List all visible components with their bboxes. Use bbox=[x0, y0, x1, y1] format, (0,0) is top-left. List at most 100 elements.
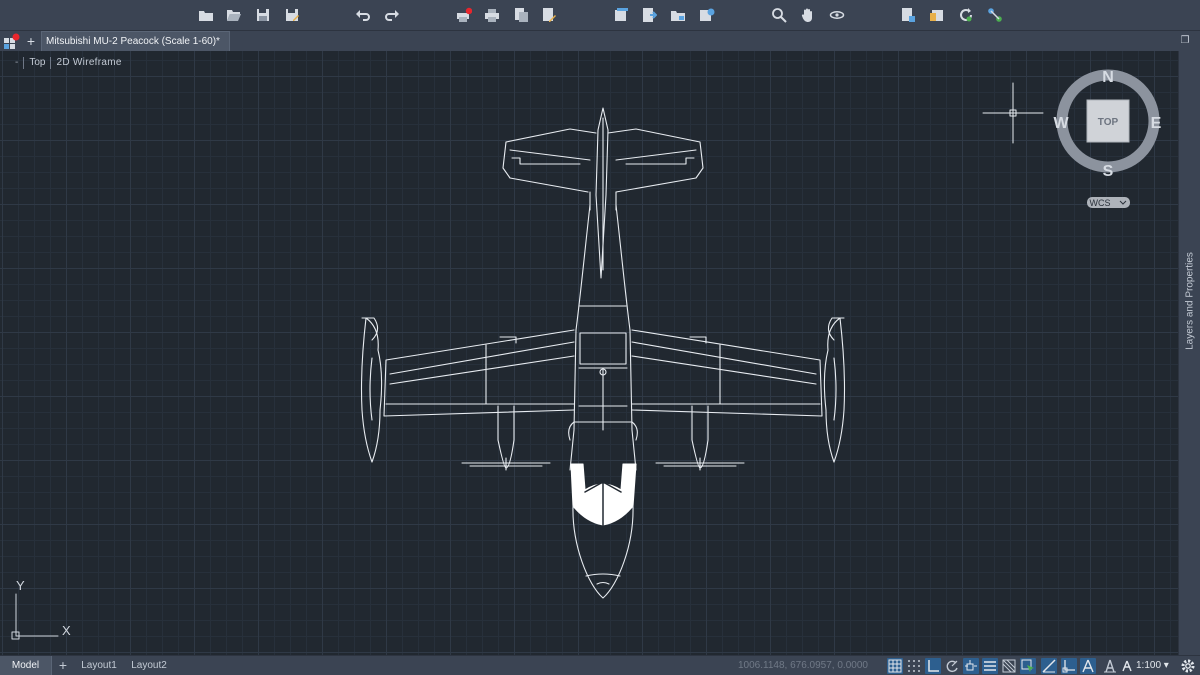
viewcube-face-label: TOP bbox=[1098, 117, 1119, 128]
polar-toggle[interactable] bbox=[944, 658, 960, 674]
redo-button[interactable] bbox=[383, 6, 401, 24]
folder-icon bbox=[671, 11, 685, 21]
pan-button[interactable] bbox=[799, 6, 817, 24]
sheet-list-button[interactable] bbox=[640, 6, 658, 24]
markup-button[interactable] bbox=[928, 6, 946, 24]
tab-layout2[interactable]: Layout2 bbox=[126, 656, 172, 675]
selection-cycling-icon bbox=[1021, 659, 1034, 672]
osnap-icon bbox=[965, 660, 977, 671]
drawing-layer: Y X TOP N S W E WCS bbox=[11, 69, 1162, 640]
viewcube[interactable]: TOP N S W E bbox=[1053, 69, 1161, 180]
export-icon bbox=[515, 8, 528, 22]
ucs-x-label: X bbox=[62, 623, 71, 638]
ortho-toggle[interactable] bbox=[925, 658, 941, 674]
quick-access-toolbar bbox=[0, 0, 1200, 30]
share-icon bbox=[700, 8, 715, 21]
grid-toggle[interactable] bbox=[887, 658, 903, 674]
folder-button[interactable] bbox=[669, 6, 687, 24]
compass-north-label[interactable]: N bbox=[1102, 69, 1114, 86]
zoom-icon bbox=[772, 8, 787, 23]
dynamic-input-icon bbox=[1042, 659, 1056, 673]
orbit-icon bbox=[829, 11, 845, 19]
share-button[interactable] bbox=[698, 6, 716, 24]
grid-icon bbox=[888, 659, 902, 673]
folder-new-icon bbox=[199, 11, 213, 21]
sheet-set-icon bbox=[615, 8, 628, 21]
refresh-button[interactable] bbox=[957, 6, 975, 24]
workspace-icon[interactable] bbox=[1119, 658, 1135, 674]
properties-button[interactable] bbox=[899, 6, 917, 24]
ortho-icon bbox=[928, 660, 939, 672]
redo-icon bbox=[385, 10, 399, 21]
new-tab-button[interactable]: + bbox=[24, 31, 38, 51]
folder-open-icon bbox=[227, 10, 241, 21]
compass-west-label[interactable]: W bbox=[1053, 115, 1069, 132]
status-bar: Model + Layout1 Layout2 1006.1148, 676.0… bbox=[0, 655, 1200, 675]
compass-east-label[interactable]: E bbox=[1151, 115, 1162, 132]
compass-south-label[interactable]: S bbox=[1103, 163, 1114, 180]
tab-overflow-icon[interactable]: ❐ bbox=[1178, 33, 1192, 49]
add-layout-button[interactable]: + bbox=[54, 656, 72, 675]
publish-button[interactable] bbox=[540, 6, 558, 24]
snap-toggle[interactable] bbox=[906, 658, 922, 674]
sheet-list-icon bbox=[643, 8, 657, 22]
lineweight-toggle[interactable] bbox=[982, 658, 998, 674]
application-menu-icon[interactable] bbox=[3, 33, 21, 50]
annotation-scale-toggle[interactable] bbox=[1102, 658, 1118, 674]
palette-label[interactable]: Layers and Properties bbox=[1185, 252, 1196, 350]
ucs-icon bbox=[11, 593, 59, 640]
sheet-set-button[interactable] bbox=[612, 6, 630, 24]
printer-icon bbox=[485, 9, 499, 22]
printer-alert-icon bbox=[457, 7, 472, 22]
undo-icon bbox=[356, 10, 370, 21]
tab-drawing[interactable]: Mitsubishi MU-2 Peacock (Scale 1-60)* bbox=[41, 31, 230, 52]
autocad-window: + Mitsubishi MU-2 Peacock (Scale 1-60)* … bbox=[0, 0, 1200, 675]
ucs-toggle[interactable] bbox=[1061, 658, 1077, 674]
annotation-scale-icon bbox=[1104, 659, 1116, 673]
plot-button[interactable] bbox=[455, 6, 473, 24]
undo-button[interactable] bbox=[354, 6, 372, 24]
model-space-canvas[interactable]: - Top 2D Wireframe Y X TOP N S W E WCS bbox=[0, 51, 1178, 655]
transparency-icon bbox=[1002, 659, 1016, 673]
gear-icon[interactable] bbox=[1180, 658, 1196, 674]
markup-icon bbox=[930, 10, 943, 21]
publish-icon bbox=[543, 8, 556, 22]
connect-button[interactable] bbox=[986, 6, 1004, 24]
wcs-menu-button[interactable]: WCS bbox=[1087, 197, 1130, 208]
ucs-y-label: Y bbox=[16, 578, 25, 593]
annotation-visibility-icon bbox=[1082, 659, 1094, 673]
tab-model[interactable]: Model bbox=[0, 656, 52, 675]
snap-icon bbox=[908, 660, 920, 672]
tab-layout1[interactable]: Layout1 bbox=[76, 656, 122, 675]
wcs-label: WCS bbox=[1090, 198, 1111, 208]
zoom-button[interactable] bbox=[770, 6, 788, 24]
save-button[interactable] bbox=[254, 6, 272, 24]
save-as-icon bbox=[286, 9, 299, 21]
refresh-icon bbox=[960, 8, 972, 22]
new-drawing-button[interactable] bbox=[197, 6, 215, 24]
layers-properties-palette[interactable]: Layers and Properties bbox=[1178, 51, 1200, 655]
transparency-toggle[interactable] bbox=[1001, 658, 1017, 674]
batch-plot-button[interactable] bbox=[483, 6, 501, 24]
annotation-scale-dropdown[interactable]: 1:100 ▾ bbox=[1136, 656, 1176, 675]
lineweight-icon bbox=[984, 661, 996, 671]
annotation-visibility-toggle[interactable] bbox=[1080, 658, 1096, 674]
polar-icon bbox=[946, 660, 958, 673]
selection-cycling-toggle[interactable] bbox=[1020, 658, 1036, 674]
hand-icon bbox=[801, 8, 812, 22]
osnap-toggle[interactable] bbox=[963, 658, 979, 674]
export-button[interactable] bbox=[512, 6, 530, 24]
dynamic-input-toggle[interactable] bbox=[1041, 658, 1057, 674]
annotation-a-icon bbox=[1122, 660, 1132, 672]
orbit-button[interactable] bbox=[828, 6, 846, 24]
save-icon bbox=[257, 9, 269, 21]
crosshair-cursor-icon bbox=[982, 82, 1044, 144]
ucs-icon bbox=[1062, 660, 1075, 673]
coordinate-readout[interactable]: 1006.1148, 676.0957, 0.0000 bbox=[738, 656, 884, 675]
save-as-button[interactable] bbox=[283, 6, 301, 24]
properties-icon bbox=[902, 8, 915, 22]
aircraft-wireframe[interactable] bbox=[360, 107, 846, 599]
connect-icon bbox=[988, 8, 1002, 22]
open-button[interactable] bbox=[225, 6, 243, 24]
document-tab-bar: + Mitsubishi MU-2 Peacock (Scale 1-60)* … bbox=[0, 30, 1200, 52]
